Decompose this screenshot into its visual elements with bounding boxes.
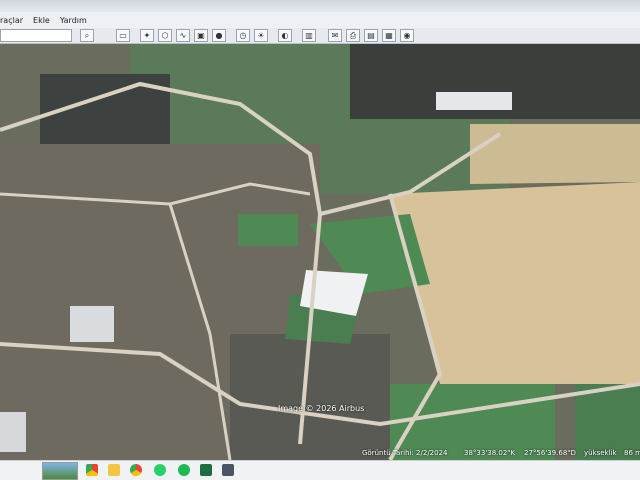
wallpaper-thumbnail[interactable]	[42, 462, 78, 480]
menu-help[interactable]: Yardım	[60, 16, 87, 25]
latitude-readout: 38°33'38.02"K	[464, 449, 516, 457]
save-image-icon[interactable]: ▤	[364, 29, 378, 42]
eye-altitude: 86 m	[624, 449, 640, 457]
taskbar	[0, 460, 640, 480]
sidebar-icon[interactable]: ▭	[116, 29, 130, 42]
print-icon[interactable]: ⎙	[346, 29, 360, 42]
toolbar: ⌕ ▭ ✦ ⬡ ∿ ▣ ● ◷ ☀ ◐ ▥ ✉ ⎙ ▤ ▦ ◉	[0, 28, 640, 44]
placemark-icon[interactable]: ✦	[140, 29, 154, 42]
imagery-date: Görüntü Tarihi: 2/2/2024	[362, 449, 448, 457]
window-top-strip	[0, 0, 640, 12]
imagery-copyright: Image © 2026 Airbus	[278, 404, 365, 413]
status-bar: Görüntü Tarihi: 2/2/2024 38°33'38.02"K 2…	[0, 446, 640, 460]
store-icon[interactable]	[130, 464, 142, 476]
terminal-icon[interactable]	[222, 464, 234, 476]
menu-bar: raçlar Ekle Yardım	[0, 12, 640, 28]
overlay-icon[interactable]: ▣	[194, 29, 208, 42]
tour-icon[interactable]: ●	[212, 29, 226, 42]
history-icon[interactable]: ◷	[236, 29, 250, 42]
ruler-icon[interactable]: ▥	[302, 29, 316, 42]
sun-icon[interactable]: ☀	[254, 29, 268, 42]
menu-tools[interactable]: raçlar	[0, 16, 23, 25]
web-icon[interactable]: ◉	[400, 29, 414, 42]
files-icon[interactable]	[108, 464, 120, 476]
map-view[interactable]	[0, 44, 640, 460]
excel-icon[interactable]	[200, 464, 212, 476]
planets-icon[interactable]: ◐	[278, 29, 292, 42]
whatsapp-icon[interactable]	[154, 464, 166, 476]
email-icon[interactable]: ✉	[328, 29, 342, 42]
elevation-label: yükseklik	[584, 449, 617, 457]
search-input[interactable]	[0, 29, 72, 42]
maps-icon[interactable]: ▦	[382, 29, 396, 42]
spotify-icon[interactable]	[178, 464, 190, 476]
chrome-icon[interactable]	[86, 464, 98, 476]
polygon-icon[interactable]: ⬡	[158, 29, 172, 42]
longitude-readout: 27°56'39.68"D	[524, 449, 576, 457]
path-icon[interactable]: ∿	[176, 29, 190, 42]
search-icon[interactable]: ⌕	[80, 29, 94, 42]
menu-add[interactable]: Ekle	[33, 16, 50, 25]
satellite-imagery	[0, 44, 640, 460]
